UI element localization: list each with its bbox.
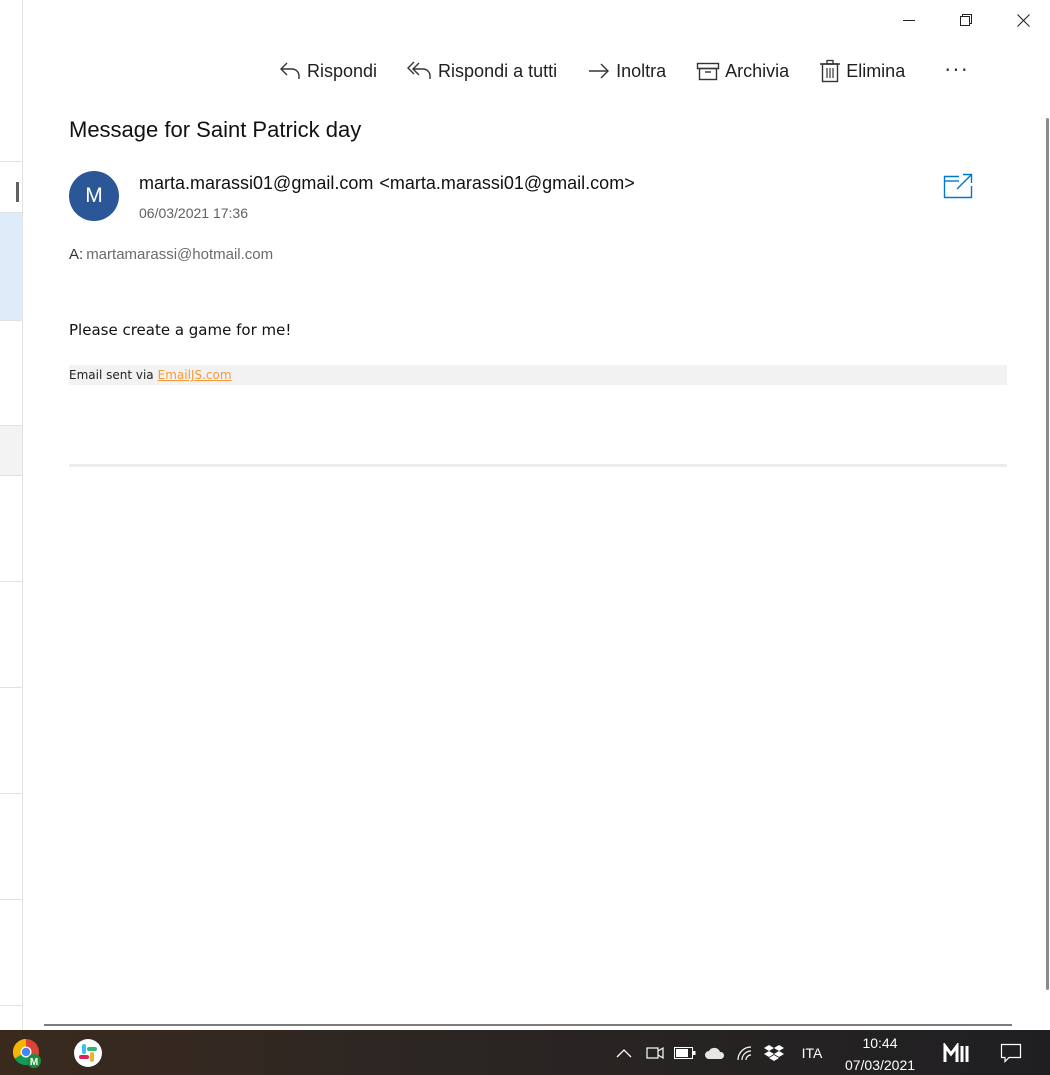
- battery-button[interactable]: [672, 1030, 698, 1075]
- sender-name: marta.marassi01@gmail.com: [139, 173, 374, 193]
- trash-icon: [820, 59, 841, 83]
- notification-icon: [1000, 1043, 1022, 1063]
- avatar: M: [69, 171, 119, 221]
- to-label: A:: [69, 246, 84, 263]
- minimize-icon: [903, 20, 915, 21]
- app-taskbar-button[interactable]: [940, 1030, 972, 1075]
- popout-icon: [943, 173, 973, 199]
- battery-icon: [674, 1046, 696, 1059]
- language-indicator: ITA: [801, 1044, 823, 1061]
- app-m-icon: [943, 1042, 969, 1062]
- list-text-caret: [16, 182, 19, 202]
- chevron-up-icon: [616, 1048, 632, 1057]
- delete-label: Elimina: [846, 60, 906, 81]
- mail-window: Rispondi Rispondi a tutti Inoltra Archiv…: [0, 0, 1050, 1075]
- footer-text: Email sent via: [69, 368, 154, 382]
- slack-taskbar-button[interactable]: [70, 1030, 106, 1075]
- reply-all-icon: [407, 61, 431, 79]
- clock-time: 10:44: [862, 1035, 898, 1051]
- action-center-button[interactable]: [996, 1030, 1026, 1075]
- restore-button[interactable]: [938, 0, 994, 40]
- archive-box-icon: [696, 62, 720, 81]
- recipient-line: A: martamarassi@hotmail.com: [69, 246, 273, 263]
- message-footer: Email sent via EmailJS.com: [69, 365, 1007, 385]
- archive-label: Archivia: [725, 60, 790, 81]
- list-item-selected[interactable]: [0, 213, 22, 320]
- avatar-initial: M: [85, 184, 103, 207]
- scrollbar[interactable]: [1046, 118, 1049, 990]
- recipient-address[interactable]: martamarassi@hotmail.com: [86, 246, 273, 263]
- onedrive-cloud-icon: [705, 1047, 725, 1059]
- chrome-icon: M: [12, 1038, 41, 1068]
- input-language-button[interactable]: ITA: [796, 1030, 828, 1075]
- list-separator: [0, 475, 22, 476]
- clock-date: 07/03/2021: [844, 1057, 916, 1073]
- minimize-button[interactable]: [881, 0, 937, 40]
- close-button[interactable]: [995, 0, 1050, 40]
- list-item[interactable]: [0, 426, 22, 475]
- more-actions-button[interactable]: ···: [938, 54, 976, 86]
- video-camera-icon: [646, 1046, 664, 1059]
- meet-now-button[interactable]: [643, 1030, 667, 1075]
- onedrive-button[interactable]: [702, 1030, 728, 1075]
- reply-all-label: Rispondi a tutti: [438, 60, 558, 81]
- slack-icon: [74, 1038, 102, 1067]
- message-toolbar: Rispondi Rispondi a tutti Inoltra Archiv…: [270, 52, 927, 90]
- message-list-pane[interactable]: [0, 0, 23, 1030]
- svg-text:M: M: [30, 1057, 38, 1068]
- wifi-button[interactable]: [733, 1030, 759, 1075]
- message-date: 06/03/2021 17:36: [139, 205, 248, 221]
- restore-icon: [960, 14, 972, 26]
- taskbar-clock[interactable]: 10:44 07/03/2021: [838, 1032, 922, 1075]
- delete-button[interactable]: Elimina: [811, 52, 913, 90]
- dropbox-icon: [764, 1044, 784, 1061]
- dropbox-button[interactable]: [762, 1030, 786, 1075]
- chrome-taskbar-button[interactable]: M: [10, 1030, 44, 1075]
- list-separator: [0, 899, 22, 900]
- list-separator: [0, 793, 22, 794]
- message-body: Please create a game for me!: [69, 321, 292, 339]
- show-hidden-icons-button[interactable]: [612, 1030, 636, 1075]
- body-divider: [69, 464, 1007, 467]
- message-subject: Message for Saint Patrick day: [69, 117, 362, 142]
- open-in-new-window-button[interactable]: [942, 172, 974, 200]
- list-separator: [0, 161, 22, 162]
- sender-address: <marta.marassi01@gmail.com>: [379, 173, 635, 193]
- list-separator: [0, 1005, 22, 1006]
- wifi-icon: [737, 1045, 752, 1060]
- reply-button[interactable]: Rispondi: [270, 52, 385, 90]
- reply-icon: [280, 62, 300, 79]
- list-separator: [0, 320, 22, 321]
- sender-line[interactable]: marta.marassi01@gmail.com <marta.marassi0…: [139, 173, 635, 194]
- forward-arrow-icon: [589, 63, 610, 79]
- list-separator: [0, 581, 22, 582]
- reply-label: Rispondi: [307, 60, 378, 81]
- forward-label: Inoltra: [616, 60, 667, 81]
- forward-button[interactable]: Inoltra: [579, 52, 674, 90]
- list-separator: [0, 687, 22, 688]
- footer-link[interactable]: EmailJS.com: [158, 368, 232, 382]
- reply-all-button[interactable]: Rispondi a tutti: [399, 52, 565, 90]
- archive-button[interactable]: Archivia: [688, 52, 797, 90]
- reading-pane-bottom-border: [44, 1024, 1012, 1026]
- close-icon: [1016, 13, 1030, 27]
- list-separator: [0, 425, 22, 426]
- more-icon: ···: [944, 58, 970, 82]
